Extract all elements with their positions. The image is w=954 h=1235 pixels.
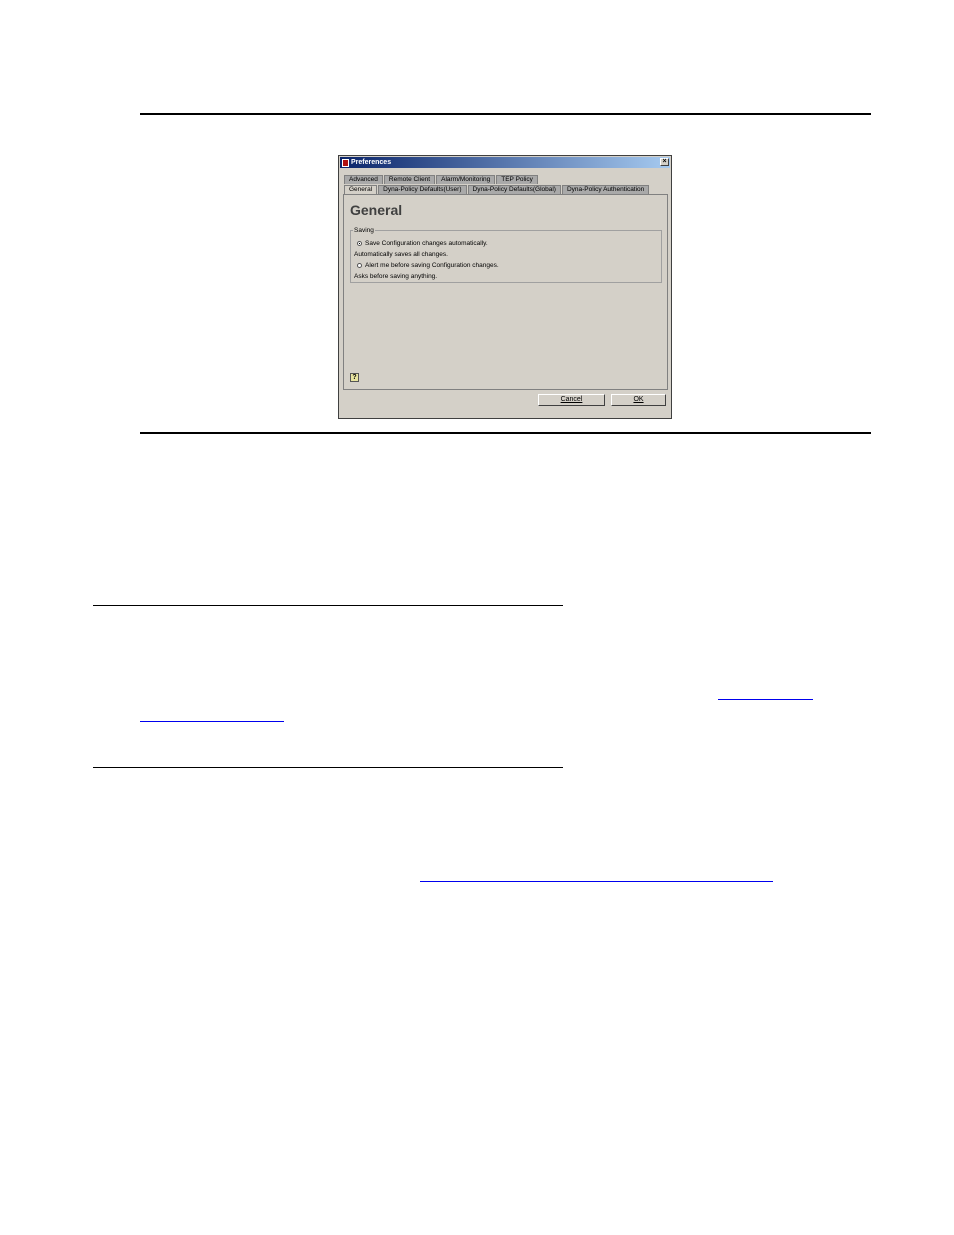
tab-row-1: Advanced Remote Client Alarm/Monitoring … [344, 175, 539, 184]
radio-unchecked-icon[interactable] [357, 263, 362, 268]
tab-alarm-monitoring[interactable]: Alarm/Monitoring [436, 175, 496, 184]
dialog-title-bar: Preferences × [340, 157, 670, 168]
hyperlink-underline[interactable] [420, 881, 773, 882]
option-description: Asks before saving anything. [354, 273, 438, 280]
tab-advanced[interactable]: Advanced [344, 175, 383, 184]
app-icon [342, 158, 349, 167]
saving-group: Saving Save Configuration changes automa… [350, 227, 662, 283]
cancel-button[interactable]: Cancel [538, 394, 605, 406]
tab-dyna-policy-user[interactable]: Dyna-Policy Defaults(User) [378, 185, 467, 194]
section-rule-2 [93, 767, 563, 768]
hyperlink-underline[interactable] [140, 721, 284, 722]
tab-tep-policy[interactable]: TEP Policy [496, 175, 538, 184]
radio-checked-icon[interactable] [357, 241, 362, 246]
tab-general[interactable]: General [344, 185, 378, 194]
tab-dyna-policy-authentication[interactable]: Dyna-Policy Authentication [561, 185, 650, 194]
panel-title: General [350, 202, 403, 218]
section-rule-1 [93, 605, 563, 606]
help-icon[interactable]: ? [350, 373, 359, 382]
dialog-title: Preferences [351, 159, 392, 166]
figure-bottom-rule [140, 432, 871, 434]
save-automatically-option[interactable]: Save Configuration changes automatically… [357, 240, 488, 247]
ok-button[interactable]: OK [611, 394, 666, 406]
option-description: Automatically saves all changes. [354, 251, 448, 258]
general-panel: General Saving Save Configuration change… [343, 194, 668, 390]
tab-dyna-policy-global[interactable]: Dyna-Policy Defaults(Global) [467, 185, 561, 194]
saving-group-label: Saving [353, 227, 375, 234]
alert-before-saving-option[interactable]: Alert me before saving Configuration cha… [357, 262, 499, 269]
preferences-dialog: Preferences × Advanced Remote Client Ala… [338, 155, 672, 419]
tab-row-2: General Dyna-Policy Defaults(User) Dyna-… [344, 185, 650, 194]
top-rule [140, 113, 871, 115]
option-label: Save Configuration changes automatically… [365, 240, 488, 247]
tab-remote-client[interactable]: Remote Client [383, 175, 436, 184]
hyperlink-underline[interactable] [718, 699, 813, 700]
close-button[interactable]: × [660, 158, 669, 166]
option-label: Alert me before saving Configuration cha… [365, 262, 499, 269]
